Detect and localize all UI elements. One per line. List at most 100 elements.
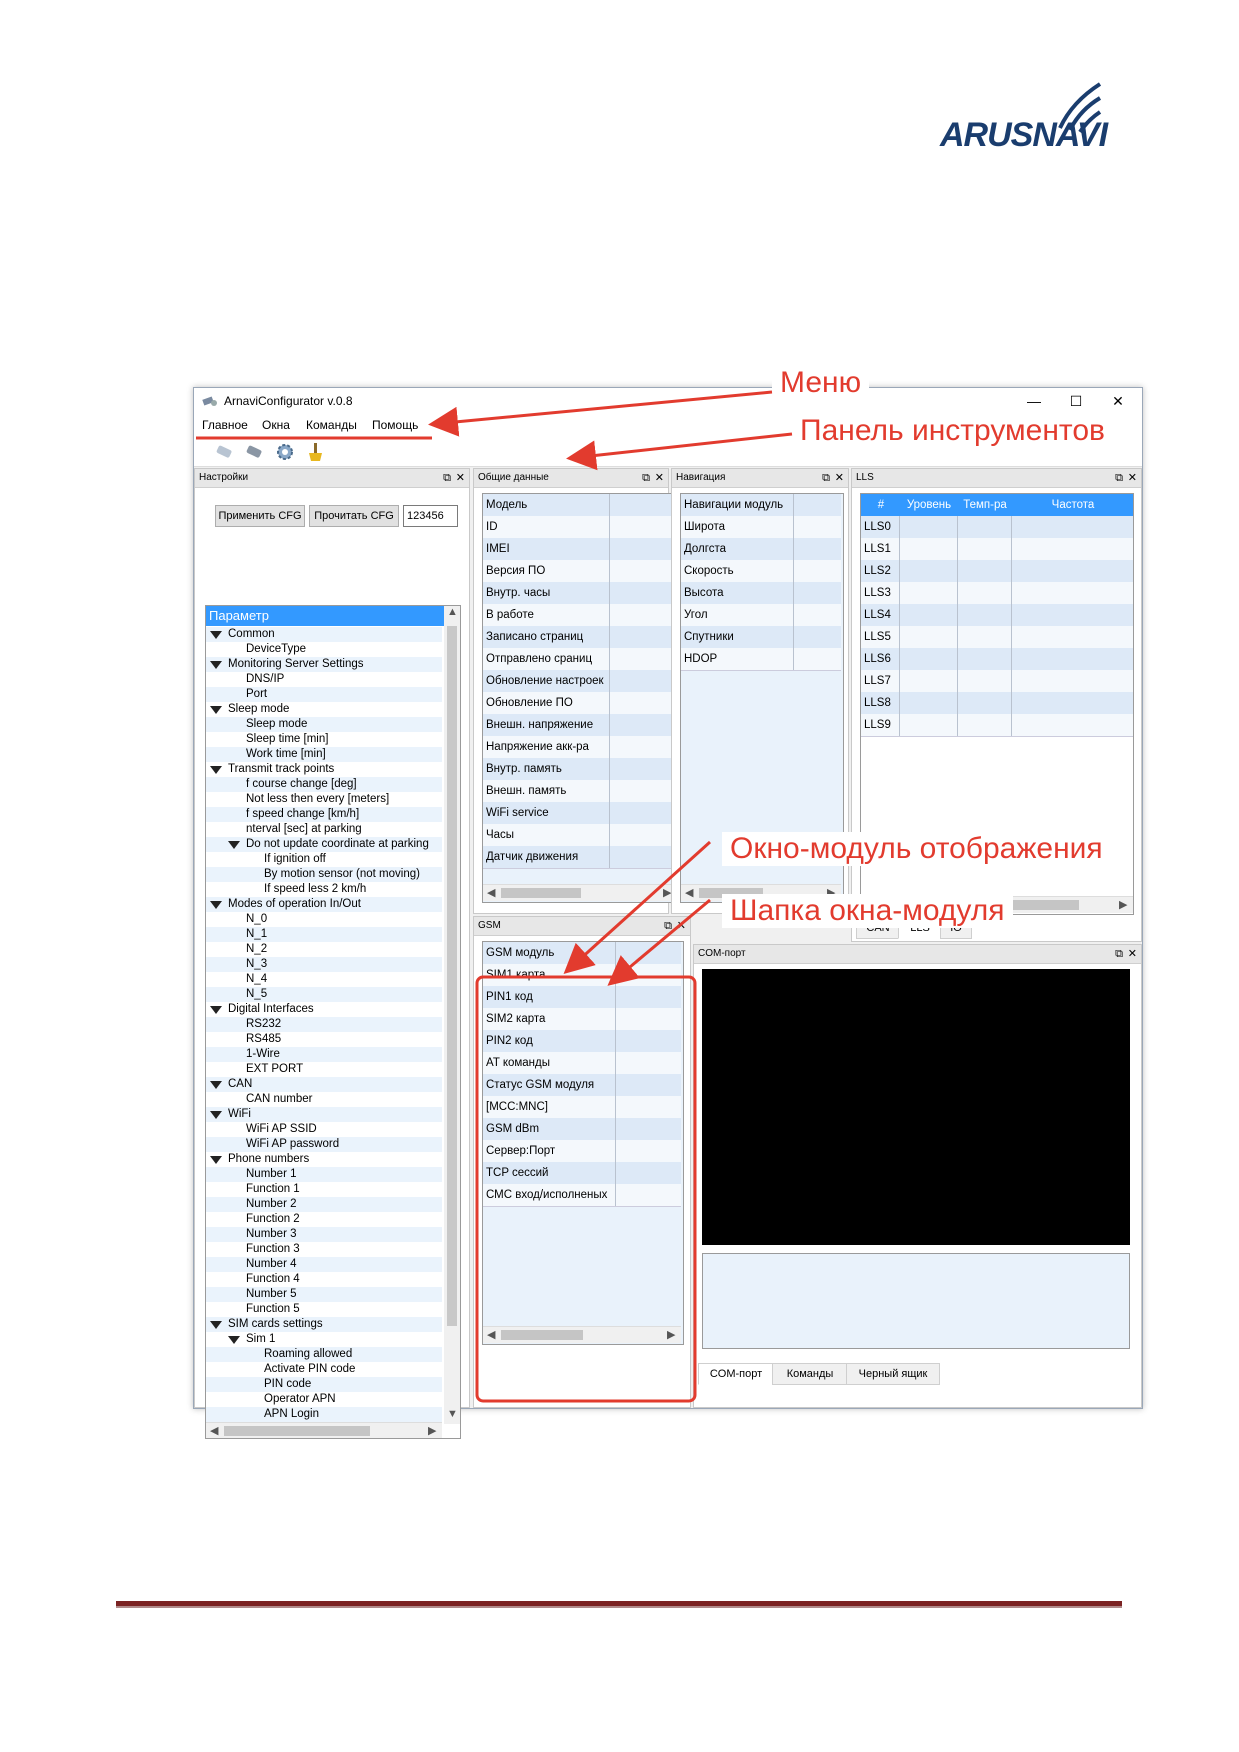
- tab-com-port[interactable]: COM-порт: [698, 1363, 774, 1385]
- float-icon[interactable]: ⧉: [822, 469, 830, 487]
- tree-item[interactable]: CAN number: [206, 1092, 442, 1107]
- tree-item[interactable]: N_5: [206, 987, 442, 1002]
- column-header[interactable]: Частота: [1011, 494, 1132, 516]
- column-header[interactable]: Уровень: [899, 494, 956, 516]
- tree-item[interactable]: PIN code: [206, 1377, 442, 1392]
- tree-item[interactable]: nterval [sec] at parking: [206, 822, 442, 837]
- apply-cfg-button[interactable]: Применить CFG: [215, 505, 305, 527]
- tree-item[interactable]: Monitoring Server Settings: [206, 657, 442, 672]
- tree-item[interactable]: Digital Interfaces: [206, 1002, 442, 1017]
- menu-windows[interactable]: Окна: [262, 418, 290, 432]
- tree-item[interactable]: CAN: [206, 1077, 442, 1092]
- connect-icon[interactable]: [214, 442, 236, 462]
- float-icon[interactable]: ⧉: [443, 469, 451, 487]
- scroll-thumb[interactable]: [501, 1330, 583, 1340]
- scroll-right-icon[interactable]: ▶: [428, 1424, 436, 1437]
- tree-item[interactable]: Work time [min]: [206, 747, 442, 762]
- tree-item[interactable]: Port: [206, 687, 442, 702]
- scroll-up-icon[interactable]: ▲: [447, 606, 458, 618]
- tree-item[interactable]: Not less then every [meters]: [206, 792, 442, 807]
- tree-item[interactable]: Function 4: [206, 1272, 442, 1287]
- horizontal-scrollbar[interactable]: ◀ ▶: [483, 1326, 681, 1343]
- tree-item[interactable]: Phone numbers: [206, 1152, 442, 1167]
- tree-item[interactable]: Sim 1: [206, 1332, 442, 1347]
- tree-item[interactable]: EXT PORT: [206, 1062, 442, 1077]
- read-cfg-button[interactable]: Прочитать CFG: [309, 505, 399, 527]
- menu-commands[interactable]: Команды: [306, 418, 357, 432]
- close-icon[interactable]: ✕: [456, 469, 465, 487]
- tree-item[interactable]: SIM cards settings: [206, 1317, 442, 1332]
- tree-item[interactable]: 1-Wire: [206, 1047, 442, 1062]
- tab-commands[interactable]: Команды: [772, 1363, 848, 1385]
- expand-arrow-icon[interactable]: [210, 631, 222, 639]
- com-output-terminal[interactable]: [702, 969, 1130, 1245]
- tree-item[interactable]: Operator APN: [206, 1392, 442, 1407]
- tree-item[interactable]: WiFi: [206, 1107, 442, 1122]
- tree-item[interactable]: N_3: [206, 957, 442, 972]
- expand-arrow-icon[interactable]: [210, 1081, 222, 1089]
- com-input-area[interactable]: [702, 1253, 1130, 1349]
- close-icon[interactable]: ✕: [677, 917, 686, 935]
- tree-item[interactable]: RS232: [206, 1017, 442, 1032]
- column-header[interactable]: #: [861, 494, 898, 516]
- scroll-left-icon[interactable]: ◀: [210, 1424, 218, 1437]
- tree-item[interactable]: Number 5: [206, 1287, 442, 1302]
- scroll-right-icon[interactable]: ▶: [667, 1328, 675, 1341]
- expand-arrow-icon[interactable]: [210, 706, 222, 714]
- expand-arrow-icon[interactable]: [228, 1336, 240, 1344]
- tree-item[interactable]: f speed change [km/h]: [206, 807, 442, 822]
- tree-item[interactable]: N_2: [206, 942, 442, 957]
- tree-item[interactable]: If speed less 2 km/h: [206, 882, 442, 897]
- scroll-thumb[interactable]: [224, 1426, 370, 1436]
- scroll-thumb[interactable]: [447, 626, 457, 1326]
- tree-item[interactable]: DNS/IP: [206, 672, 442, 687]
- float-icon[interactable]: ⧉: [664, 917, 672, 935]
- close-icon[interactable]: ✕: [1128, 469, 1137, 487]
- close-icon[interactable]: ✕: [655, 469, 664, 487]
- expand-arrow-icon[interactable]: [210, 1321, 222, 1329]
- tree-item[interactable]: Function 1: [206, 1182, 442, 1197]
- tree-item[interactable]: Modes of operation In/Out: [206, 897, 442, 912]
- float-icon[interactable]: ⧉: [1115, 945, 1123, 963]
- tree-item[interactable]: If ignition off: [206, 852, 442, 867]
- scroll-right-icon[interactable]: ▶: [1119, 898, 1127, 911]
- tree-item[interactable]: Number 3: [206, 1227, 442, 1242]
- tree-item[interactable]: N_0: [206, 912, 442, 927]
- tree-item[interactable]: Number 1: [206, 1167, 442, 1182]
- tree-item[interactable]: N_4: [206, 972, 442, 987]
- maximize-button[interactable]: ☐: [1056, 390, 1096, 412]
- close-button[interactable]: ✕: [1098, 390, 1138, 412]
- tree-item[interactable]: Number 4: [206, 1257, 442, 1272]
- tree-item[interactable]: Function 2: [206, 1212, 442, 1227]
- tree-item[interactable]: RS485: [206, 1032, 442, 1047]
- scroll-left-icon[interactable]: ◀: [685, 886, 693, 899]
- minimize-button[interactable]: —: [1014, 390, 1054, 412]
- scroll-down-icon[interactable]: ▼: [447, 1408, 458, 1420]
- tree-item[interactable]: APN Login: [206, 1407, 442, 1422]
- tree-horizontal-scrollbar[interactable]: ◀ ▶: [206, 1422, 442, 1438]
- disconnect-icon[interactable]: [244, 442, 266, 462]
- tree-item[interactable]: Common: [206, 627, 442, 642]
- close-icon[interactable]: ✕: [835, 469, 844, 487]
- tree-item[interactable]: Sleep time [min]: [206, 732, 442, 747]
- tree-item[interactable]: f course change [deg]: [206, 777, 442, 792]
- tree-item[interactable]: Sleep mode: [206, 717, 442, 732]
- menu-help[interactable]: Помощь: [372, 418, 418, 432]
- tree-item[interactable]: DeviceType: [206, 642, 442, 657]
- horizontal-scrollbar[interactable]: ◀ ▶: [483, 884, 677, 901]
- tree-item[interactable]: Number 2: [206, 1197, 442, 1212]
- scroll-left-icon[interactable]: ◀: [487, 1328, 495, 1341]
- gear-icon[interactable]: [274, 442, 296, 462]
- expand-arrow-icon[interactable]: [210, 1006, 222, 1014]
- tree-item[interactable]: Do not update coordinate at parking: [206, 837, 442, 852]
- expand-arrow-icon[interactable]: [210, 766, 222, 774]
- close-icon[interactable]: ✕: [1128, 945, 1137, 963]
- tree-item[interactable]: Function 5: [206, 1302, 442, 1317]
- tree-item[interactable]: WiFi AP password: [206, 1137, 442, 1152]
- tree-item[interactable]: WiFi AP SSID: [206, 1122, 442, 1137]
- password-input[interactable]: 123456: [403, 505, 458, 527]
- expand-arrow-icon[interactable]: [210, 661, 222, 669]
- expand-arrow-icon[interactable]: [210, 1111, 222, 1119]
- menu-main[interactable]: Главное: [202, 418, 248, 432]
- expand-arrow-icon[interactable]: [228, 841, 240, 849]
